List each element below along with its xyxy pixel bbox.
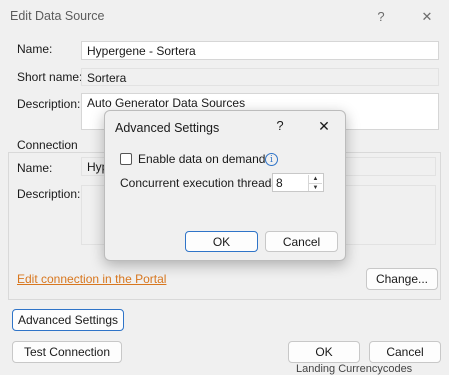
enable-data-on-demand-checkbox[interactable] xyxy=(120,153,132,165)
change-button[interactable]: Change... xyxy=(366,268,438,290)
cancel-button[interactable]: Cancel xyxy=(369,341,441,363)
description-label: Description: xyxy=(17,97,81,111)
advanced-dialog-title: Advanced Settings xyxy=(115,121,220,135)
spin-up-icon[interactable]: ▲ xyxy=(309,175,322,183)
short-name-field[interactable]: Sortera xyxy=(81,68,439,86)
advanced-help-icon[interactable]: ? xyxy=(267,116,293,136)
connection-legend: Connection xyxy=(14,138,81,152)
enable-data-on-demand-label: Enable data on demand xyxy=(138,152,266,166)
name-label: Name: xyxy=(17,42,53,56)
edit-connection-portal-link[interactable]: Edit connection in the Portal xyxy=(17,272,166,286)
short-name-label: Short name: xyxy=(17,70,83,84)
dialog-title: Edit Data Source xyxy=(10,9,105,23)
concurrent-threads-label: Concurrent execution threads: xyxy=(120,176,281,190)
ok-button[interactable]: OK xyxy=(288,341,360,363)
name-field[interactable]: Hypergene - Sortera xyxy=(81,41,439,60)
advanced-settings-dialog: Advanced Settings ? ✕ Enable data on dem… xyxy=(104,110,346,261)
background-tree-item: Landing Currencycodes xyxy=(296,363,413,375)
info-icon[interactable]: i xyxy=(265,153,278,166)
close-icon[interactable]: ✕ xyxy=(414,7,440,27)
help-icon[interactable]: ? xyxy=(368,7,394,27)
connection-description-label: Description: xyxy=(17,187,81,201)
threads-value[interactable]: 8 xyxy=(276,176,283,190)
advanced-close-icon[interactable]: ✕ xyxy=(311,116,337,136)
stepper-buttons: ▲ ▼ xyxy=(308,175,322,191)
advanced-cancel-button[interactable]: Cancel xyxy=(265,231,338,252)
connection-name-label: Name: xyxy=(17,161,53,175)
spin-down-icon[interactable]: ▼ xyxy=(309,183,322,192)
test-connection-button[interactable]: Test Connection xyxy=(12,341,122,363)
concurrent-threads-stepper[interactable]: 8 ▲ ▼ xyxy=(272,173,324,192)
advanced-ok-button[interactable]: OK xyxy=(185,231,258,252)
title-bar: Edit Data Source ? ✕ xyxy=(0,0,449,34)
advanced-settings-button[interactable]: Advanced Settings xyxy=(12,309,124,331)
